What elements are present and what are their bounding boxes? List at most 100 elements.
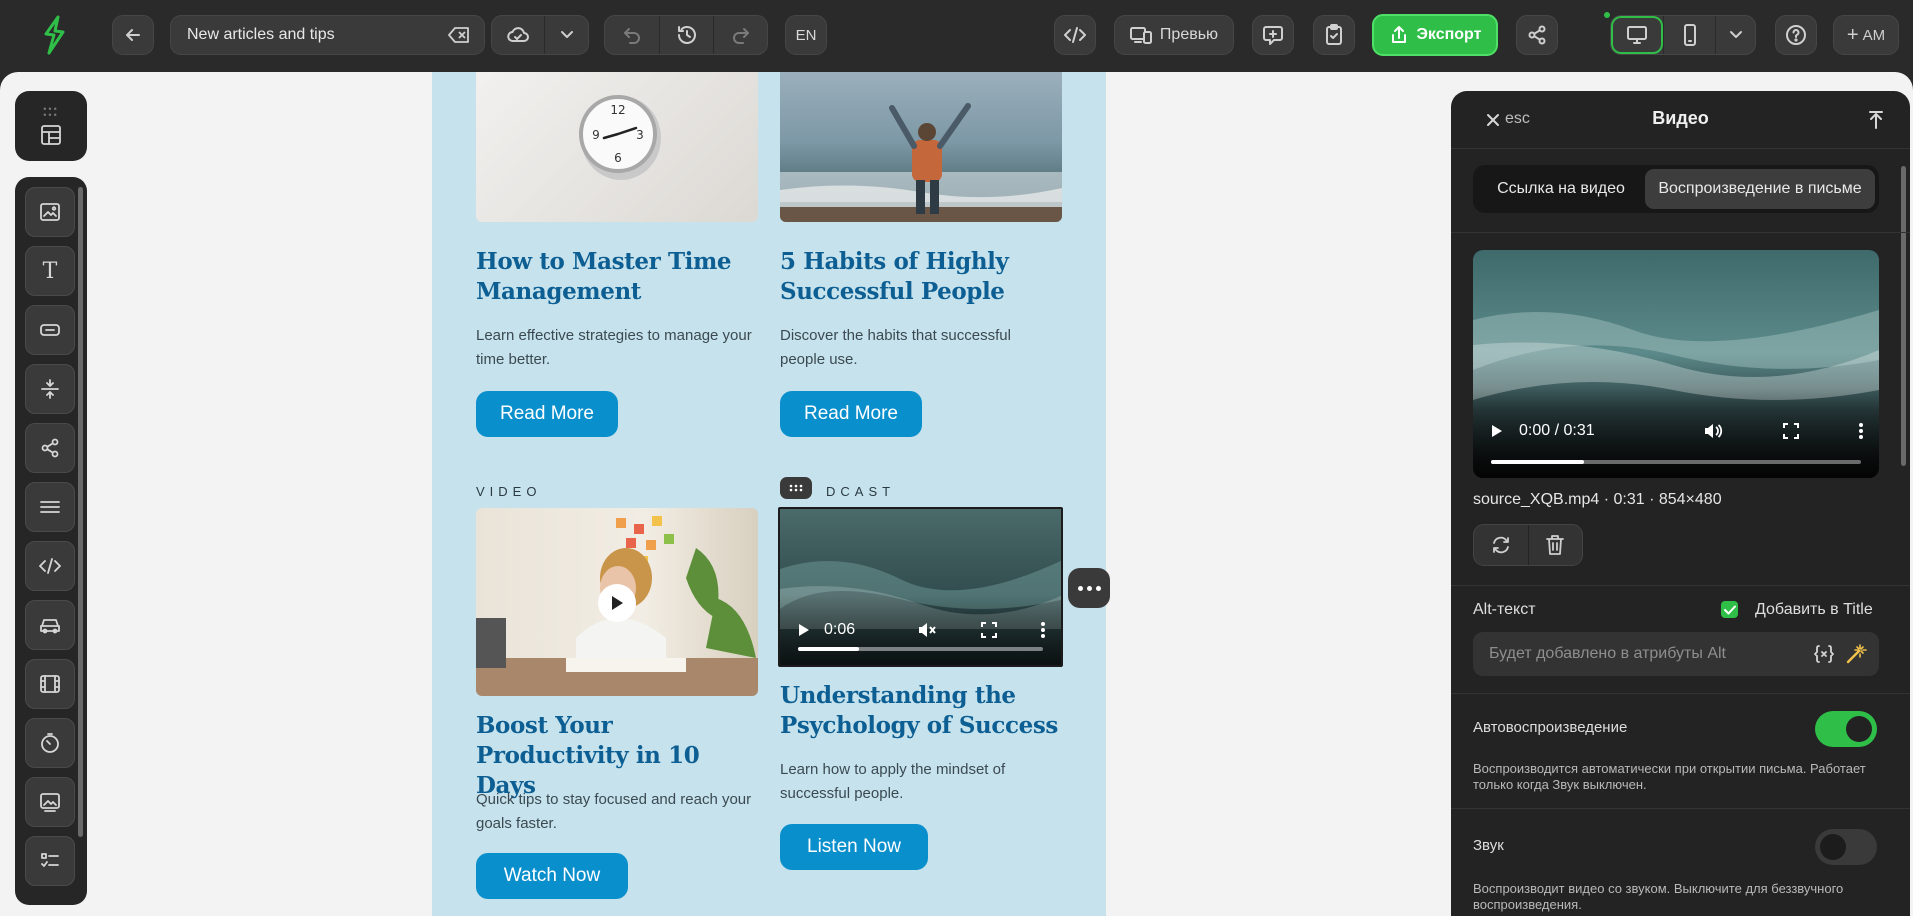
play-icon[interactable] [798,623,810,637]
chevron-down-icon [1729,31,1742,38]
preview-label: Превью [1159,26,1219,43]
button-block-tool[interactable] [25,305,75,355]
social-block-tool[interactable] [25,423,75,473]
image-block-tool[interactable] [25,187,75,237]
read-more-button[interactable]: Read More [780,391,922,437]
mute-icon[interactable] [917,621,937,639]
video-mode-tabs: Ссылка на видео Воспроизведение в письме [1473,165,1879,213]
cloud-icon [507,27,529,42]
magic-wand-icon[interactable] [1845,643,1867,665]
banner-block-tool[interactable] [25,777,75,827]
history-button[interactable] [659,16,713,54]
video-progress-bar[interactable] [1491,460,1861,464]
layers-panel-toggle[interactable]: ••• ••• [15,91,87,161]
picture-icon [40,793,60,812]
video-file-meta: source_XQB.mp4 · 0:31 · 854×480 [1473,491,1722,508]
divider [1451,585,1910,586]
more-vertical-icon[interactable] [1041,622,1045,638]
block-more-button[interactable] [1068,568,1110,608]
text-block-tool[interactable]: T [25,246,75,296]
cloud-options-button[interactable] [544,16,588,54]
menu-block-tool[interactable] [25,600,75,650]
clear-icon[interactable] [448,26,470,44]
tab-inline-playback[interactable]: Воспроизведение в письме [1645,169,1875,209]
clock-illustration: 12 3 6 9 [579,95,661,180]
desktop-view-button[interactable] [1611,16,1663,54]
comment-button[interactable] [1252,15,1294,55]
listen-now-button[interactable]: Listen Now [780,824,928,870]
online-indicator [1604,12,1610,18]
export-button[interactable]: Экспорт [1372,14,1498,56]
language-button[interactable]: EN [785,15,827,55]
play-icon[interactable] [1491,424,1503,438]
panel-header: esc Видео [1451,91,1910,149]
fullscreen-icon[interactable] [1783,423,1799,439]
video-time: 0:00 / 0:31 [1519,422,1595,439]
toggle-knob [1846,716,1872,742]
spacer-block-tool[interactable] [25,364,75,414]
mobile-view-button[interactable] [1663,16,1715,54]
card-description: Discover the habits that successful peop… [780,327,1011,368]
scrollbar[interactable] [78,187,83,837]
alt-text-placeholder: Будет добавлено в атрибуты Alt [1489,645,1726,662]
delete-video-button[interactable] [1527,525,1583,565]
divider-block-tool[interactable] [25,482,75,532]
checklist-icon [41,853,59,867]
video-thumbnail-image[interactable] [476,508,758,696]
history-group [604,15,768,55]
volume-icon[interactable] [1703,422,1723,440]
sound-toggle[interactable] [1815,829,1877,865]
cloud-save-group [491,15,589,55]
image-icon [40,203,60,221]
html-block-tool[interactable] [25,541,75,591]
autoplay-toggle[interactable] [1815,711,1877,747]
help-button[interactable] [1775,15,1817,55]
divider [1451,808,1910,809]
fullscreen-icon[interactable] [981,622,997,638]
drag-dots-icon [789,484,803,492]
selected-video-block[interactable]: 0:06 [778,507,1063,667]
divider [1451,232,1910,233]
cloud-save-button[interactable] [492,16,544,54]
read-more-button[interactable]: Read More [476,391,618,437]
tab-video-link[interactable]: Ссылка на видео [1477,169,1645,209]
video-preview[interactable]: 0:00 / 0:31 [1473,250,1879,478]
user-menu-button[interactable]: + AM [1833,15,1899,55]
back-button[interactable] [112,15,154,55]
timer-block-tool[interactable] [25,718,75,768]
watch-now-button[interactable]: Watch Now [476,853,628,899]
scrollbar[interactable] [1901,166,1906,466]
section-eyebrow: VIDEO [476,484,542,499]
alt-text-input[interactable]: Будет добавлено в атрибуты Alt [1473,632,1879,676]
code-button[interactable] [1054,15,1096,55]
collapse-up-icon[interactable] [1868,110,1884,130]
clock-image[interactable]: 12 3 6 9 [476,72,758,222]
video-progress-bar[interactable] [798,647,1043,651]
play-overlay-button[interactable] [598,584,636,622]
document-title-input[interactable]: New articles and tips [170,15,485,55]
divider-icon [40,501,60,513]
more-dot [1077,585,1083,591]
video-controls: 0:06 [780,595,1061,665]
add-to-title-checkbox[interactable] [1721,601,1738,618]
preview-button[interactable]: Превью [1114,15,1234,55]
variable-braces-icon[interactable] [1813,644,1835,664]
checklist-button[interactable] [1313,15,1355,55]
redo-button[interactable] [713,16,767,54]
more-vertical-icon[interactable] [1859,423,1863,439]
view-options-button[interactable] [1715,16,1755,54]
replace-video-button[interactable] [1474,525,1528,565]
undo-button[interactable] [605,16,659,54]
drag-dots-icon: ••• ••• [43,104,59,120]
check-icon [1723,605,1736,614]
share-upload-icon [1391,26,1406,43]
block-drag-handle[interactable] [780,477,812,499]
timer-icon [41,733,59,753]
card-title: How to Master Time Management [476,248,732,305]
person-sea-image[interactable] [780,72,1062,222]
blocks-toolbar: T [15,177,87,905]
share-button[interactable] [1516,15,1558,55]
list-block-tool[interactable] [25,836,75,886]
video-block-tool[interactable] [25,659,75,709]
document-title-text: New articles and tips [187,26,335,43]
